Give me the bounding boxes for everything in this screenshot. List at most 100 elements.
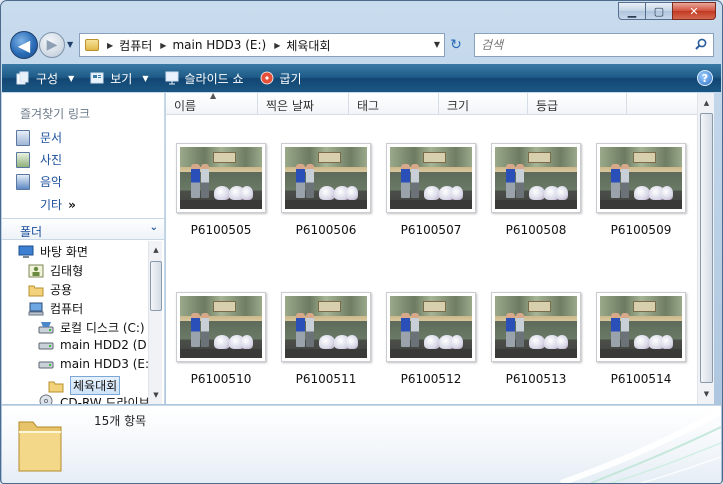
column-size[interactable]: 크기 bbox=[439, 93, 528, 115]
tree-item-user[interactable]: 김태형 bbox=[28, 262, 83, 279]
breadcrumb-separator-icon[interactable]: ▶ bbox=[274, 41, 280, 50]
command-bar: 구성 ▼ 보기 ▼ 슬라이드 쇼 굽기 ? bbox=[2, 64, 721, 92]
favorite-label: 문서 bbox=[40, 131, 63, 145]
sort-ascending-icon: ▲ bbox=[210, 91, 217, 100]
file-thumbnail[interactable]: P6100513 bbox=[489, 292, 583, 386]
photo-preview bbox=[491, 143, 581, 213]
photo-person bbox=[201, 312, 210, 347]
file-thumbnail[interactable]: P6100514 bbox=[594, 292, 688, 386]
double-chevron-icon: » bbox=[68, 198, 76, 212]
photo-floor bbox=[180, 200, 262, 209]
file-thumbnail[interactable]: P6100511 bbox=[279, 292, 373, 386]
search-box[interactable] bbox=[474, 33, 714, 57]
scroll-down-icon[interactable]: ▼ bbox=[698, 386, 715, 402]
scroll-down-icon[interactable]: ▼ bbox=[149, 388, 163, 402]
tree-item-public[interactable]: 공용 bbox=[28, 281, 72, 298]
photo-person bbox=[296, 163, 306, 198]
photo-floor bbox=[285, 200, 367, 209]
file-thumbnail[interactable]: P6100510 bbox=[174, 292, 268, 386]
back-button[interactable]: ◀ bbox=[10, 31, 38, 59]
photo-bag bbox=[424, 186, 441, 201]
favorite-music[interactable]: 음악 bbox=[16, 173, 62, 190]
drive-icon bbox=[38, 321, 54, 333]
breadcrumb-separator-icon[interactable]: ▶ bbox=[107, 41, 113, 50]
cd-drive-icon bbox=[39, 394, 53, 404]
photo-person bbox=[296, 312, 306, 347]
close-button[interactable]: ✕ bbox=[672, 2, 716, 20]
file-list-view: 이름 ▲ 찍은 날짜 태그 크기 등급 P6100505 P6100506 P610… bbox=[166, 91, 714, 404]
file-thumbnail[interactable]: P6100509 bbox=[594, 143, 688, 237]
column-name[interactable]: 이름 ▲ bbox=[166, 91, 258, 115]
column-tags[interactable]: 태그 bbox=[349, 93, 439, 115]
burn-button[interactable]: 굽기 bbox=[252, 64, 310, 92]
tree-item-drive-e[interactable]: main HDD3 (E:) bbox=[38, 357, 154, 371]
views-button[interactable]: 보기 ▼ bbox=[82, 64, 156, 92]
tree-scrollbar[interactable]: ▲ ▼ bbox=[148, 241, 162, 404]
tree-item-sports-day[interactable]: 체육대회 bbox=[48, 376, 121, 395]
photo-person bbox=[506, 163, 516, 198]
tree-item-drive-d[interactable]: main HDD2 (D:) bbox=[38, 338, 155, 352]
search-input[interactable] bbox=[475, 38, 675, 52]
photo-image bbox=[600, 147, 682, 209]
content-scrollbar[interactable]: ▲ ▼ bbox=[697, 93, 714, 404]
breadcrumb-drive[interactable]: main HDD3 (E:) bbox=[172, 38, 266, 52]
more-links[interactable]: 기타 » bbox=[40, 196, 76, 213]
file-thumbnail[interactable]: P6100508 bbox=[489, 143, 583, 237]
address-bar[interactable]: ▶ 컴퓨터 ▶ main HDD3 (E:) ▶ 체육대회 ▼ bbox=[79, 33, 445, 57]
favorite-documents[interactable]: 문서 bbox=[16, 129, 62, 146]
tree-item-cd-drive[interactable]: CD-RW 드라이브 bbox=[38, 394, 150, 404]
photo-preview bbox=[596, 292, 686, 362]
scroll-thumb[interactable] bbox=[700, 113, 713, 383]
search-icon[interactable] bbox=[695, 38, 707, 50]
column-rating[interactable]: 등급 bbox=[528, 93, 627, 115]
photo-person bbox=[306, 312, 315, 347]
photo-person bbox=[516, 312, 525, 347]
file-thumbnail[interactable]: P6100512 bbox=[384, 292, 478, 386]
photo-image bbox=[180, 296, 262, 358]
breadcrumb-separator-icon[interactable]: ▶ bbox=[160, 41, 166, 50]
file-name: P6100512 bbox=[400, 372, 462, 386]
file-name: P6100513 bbox=[505, 372, 567, 386]
tree-item-computer[interactable]: 컴퓨터 bbox=[28, 300, 83, 317]
photo-board bbox=[632, 151, 656, 164]
breadcrumb-folder[interactable]: 체육대회 bbox=[286, 37, 330, 54]
organize-label: 구성 bbox=[36, 71, 59, 86]
column-date-taken[interactable]: 찍은 날짜 bbox=[258, 93, 349, 115]
address-dropdown-icon[interactable]: ▼ bbox=[434, 40, 440, 49]
file-thumbnail[interactable]: P6100505 bbox=[174, 143, 268, 237]
breadcrumb-computer[interactable]: 컴퓨터 bbox=[119, 37, 152, 54]
file-thumbnail[interactable]: P6100507 bbox=[384, 143, 478, 237]
tree-item-desktop[interactable]: 바탕 화면 bbox=[18, 243, 88, 260]
back-arrow-icon: ◀ bbox=[17, 35, 31, 55]
folders-header[interactable]: 폴더 ⌄ bbox=[2, 218, 164, 240]
minimize-button[interactable]: ▁ bbox=[618, 2, 646, 20]
favorite-pictures[interactable]: 사진 bbox=[16, 151, 62, 168]
scroll-up-icon[interactable]: ▲ bbox=[698, 95, 715, 111]
folders-title: 폴더 bbox=[20, 225, 43, 239]
photo-board bbox=[527, 151, 551, 164]
photo-person bbox=[621, 312, 630, 347]
refresh-icon[interactable]: ↻ bbox=[447, 37, 465, 53]
column-label: 태그 bbox=[357, 99, 380, 113]
scroll-up-icon[interactable]: ▲ bbox=[149, 243, 163, 257]
file-thumbnail[interactable]: P6100506 bbox=[279, 143, 373, 237]
organize-icon bbox=[16, 71, 30, 85]
help-icon[interactable]: ? bbox=[697, 70, 713, 86]
recent-pages-dropdown[interactable]: ▼ bbox=[67, 40, 73, 49]
photo-bag bbox=[240, 186, 253, 201]
organize-button[interactable]: 구성 ▼ bbox=[2, 64, 82, 92]
photo-image bbox=[285, 147, 367, 209]
photo-bag bbox=[555, 186, 568, 201]
scroll-thumb[interactable] bbox=[150, 261, 162, 311]
photo-board bbox=[422, 151, 446, 164]
slideshow-button[interactable]: 슬라이드 쇼 bbox=[157, 64, 252, 92]
file-name: P6100506 bbox=[295, 223, 357, 237]
forward-button[interactable]: ▶ bbox=[39, 32, 65, 58]
maximize-button[interactable]: ▢ bbox=[645, 2, 673, 20]
pictures-icon bbox=[16, 151, 30, 168]
photo-board bbox=[527, 300, 551, 313]
tree-item-label: 공용 bbox=[50, 283, 73, 297]
photo-bag bbox=[529, 335, 546, 350]
tree-item-drive-c[interactable]: 로컬 디스크 (C:) bbox=[38, 319, 145, 336]
photo-image bbox=[390, 147, 472, 209]
